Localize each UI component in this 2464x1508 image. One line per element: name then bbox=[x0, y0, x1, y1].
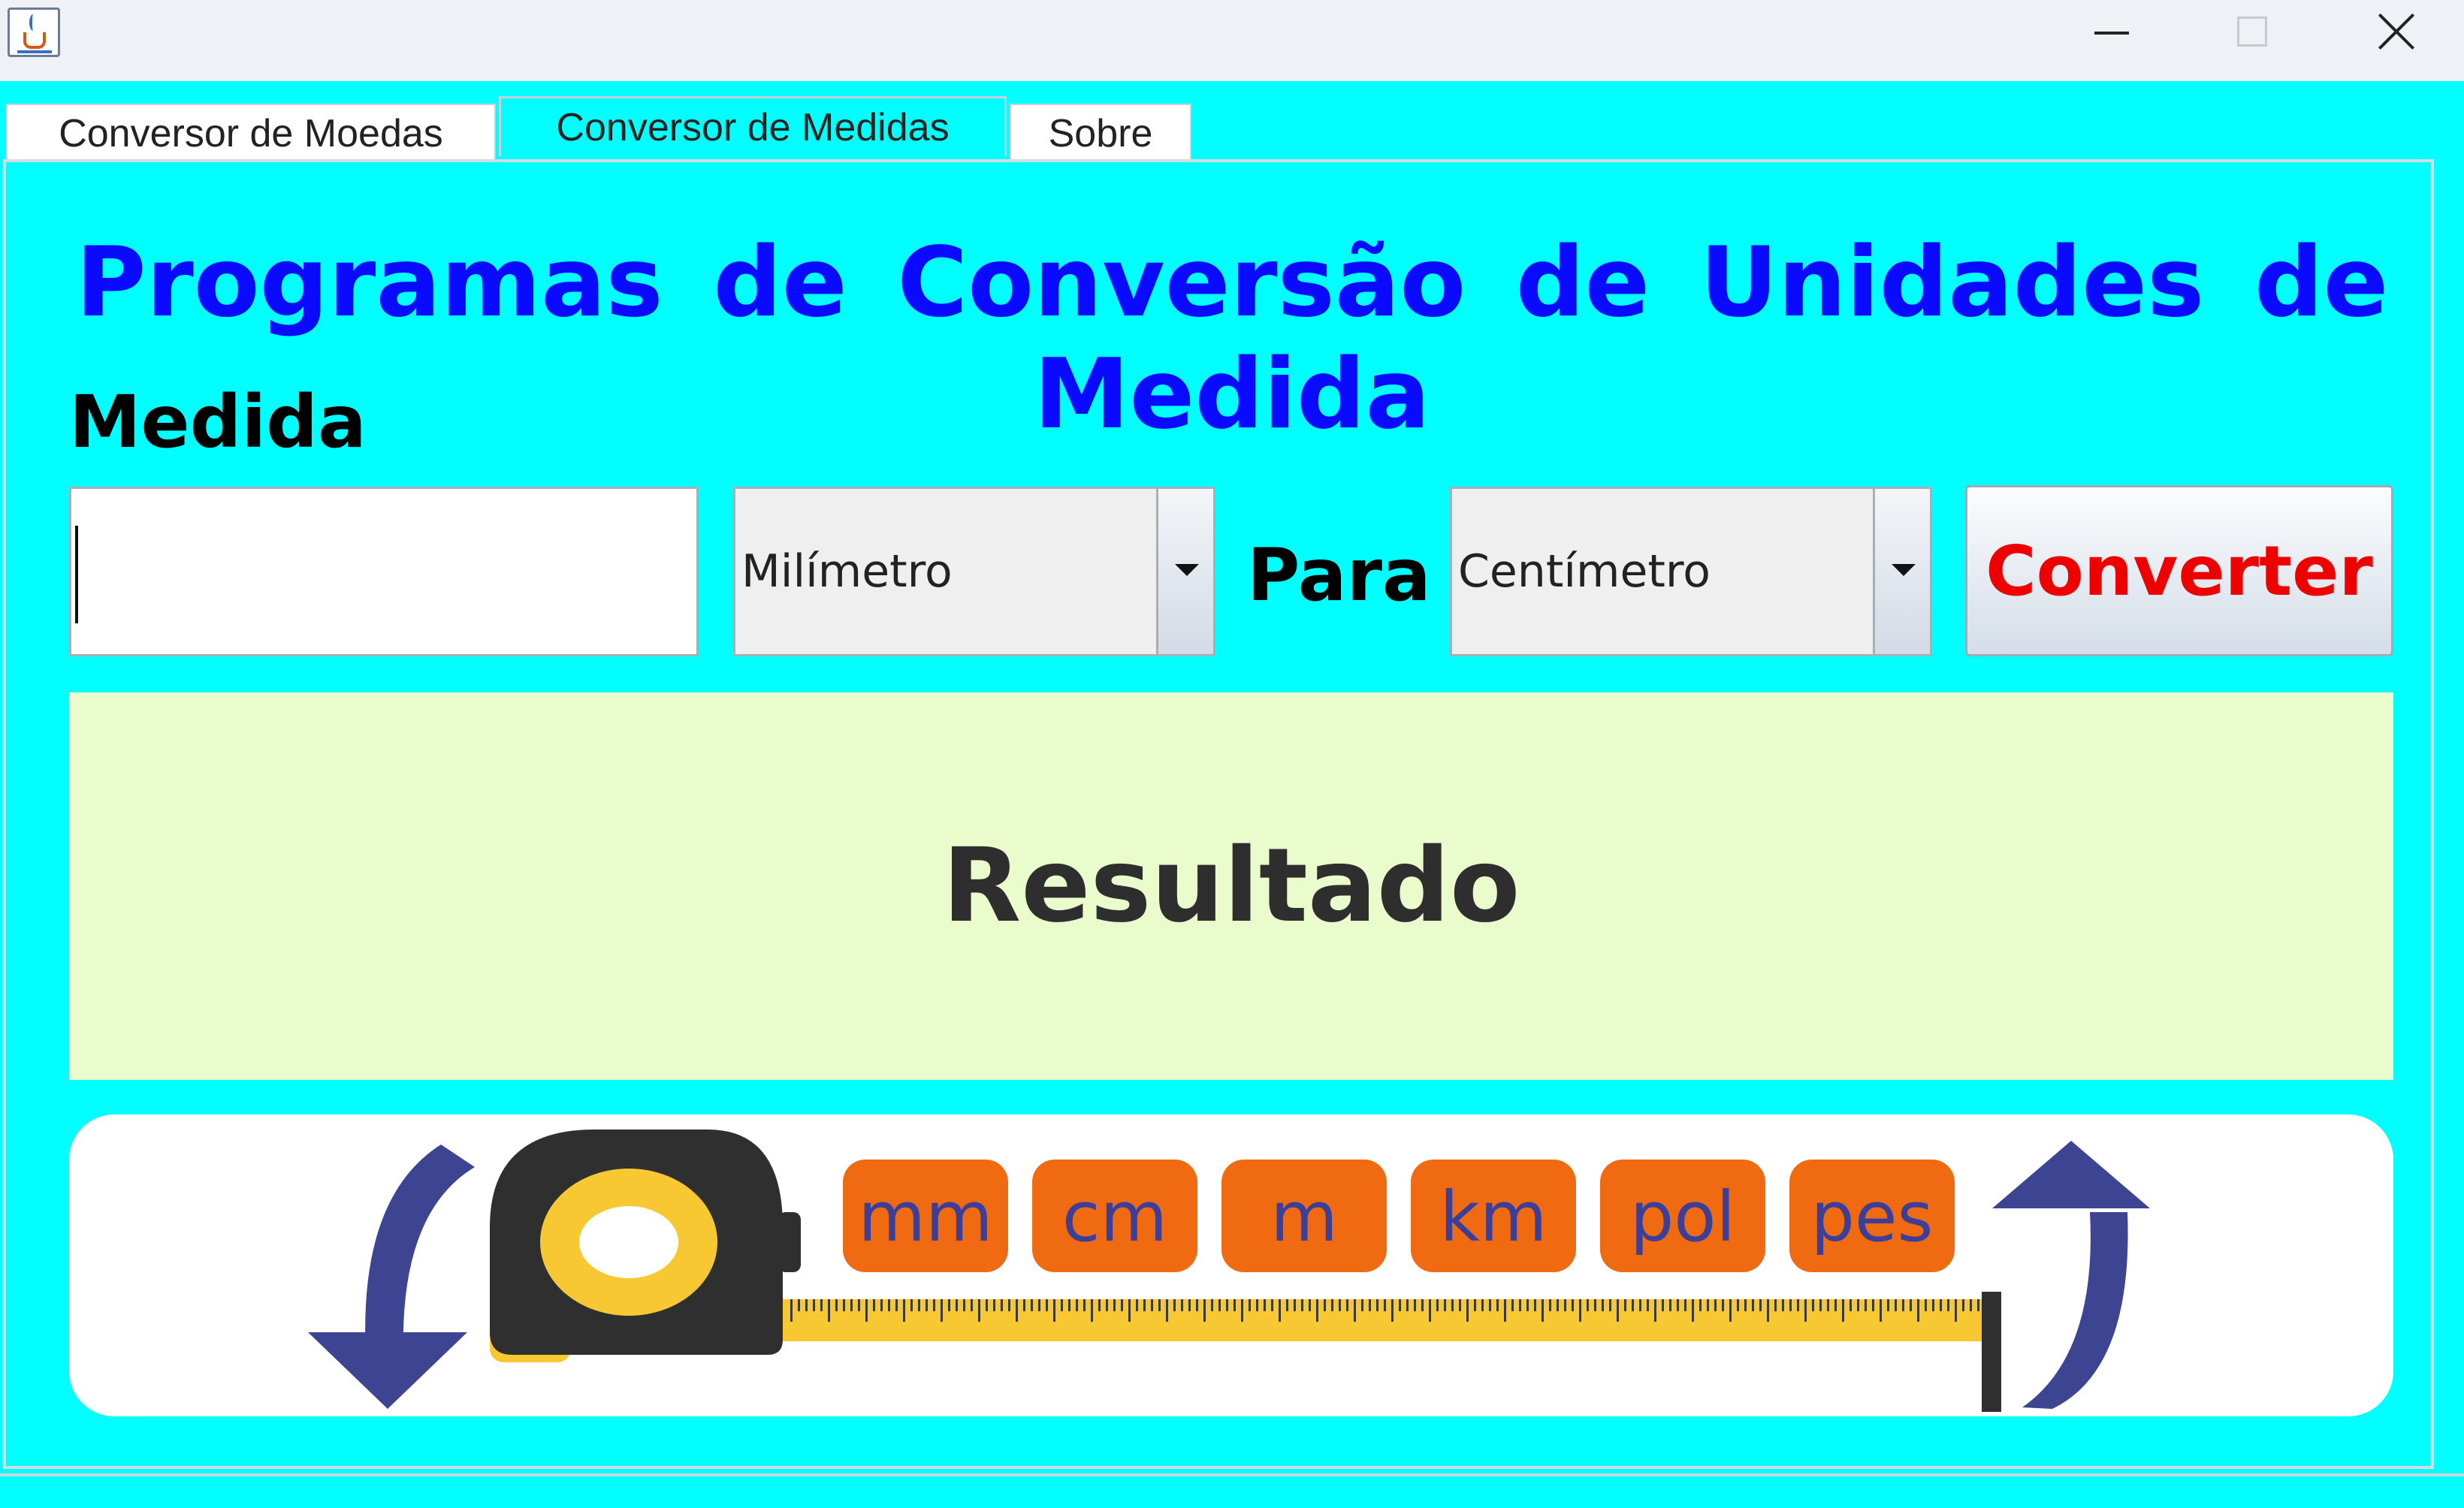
banner-illustration: mm cm m km pol pes bbox=[308, 1129, 2150, 1412]
close-icon bbox=[2375, 11, 2417, 53]
unit-chip-pes: pes bbox=[1789, 1160, 1955, 1272]
arrow-down-icon bbox=[308, 1145, 475, 1409]
svg-text:pol: pol bbox=[1630, 1177, 1735, 1257]
para-label: Para bbox=[1247, 533, 1431, 617]
window-title-bar bbox=[0, 0, 2464, 81]
unit-chip-pol: pol bbox=[1600, 1160, 1765, 1272]
unit-chip-m: m bbox=[1221, 1160, 1387, 1272]
maximize-button[interactable] bbox=[2192, 0, 2312, 68]
tab-conversor-moedas[interactable]: Conversor de Moedas bbox=[6, 104, 496, 162]
units-banner: mm cm m km pol pes bbox=[69, 1114, 2393, 1416]
from-unit-value: Milímetro bbox=[741, 545, 953, 598]
unit-chip-km: km bbox=[1411, 1160, 1576, 1272]
unit-chip-mm: mm bbox=[843, 1160, 1008, 1272]
svg-text:mm: mm bbox=[858, 1177, 992, 1257]
convert-button[interactable]: Converter bbox=[1965, 485, 2393, 656]
chevron-down-icon[interactable] bbox=[1873, 489, 1930, 654]
tab-conversor-medidas[interactable]: Conversor de Medidas bbox=[499, 96, 1007, 156]
from-unit-select[interactable]: Milímetro bbox=[733, 487, 1215, 656]
minimize-icon bbox=[2094, 32, 2129, 35]
text-caret bbox=[75, 526, 78, 623]
svg-text:m: m bbox=[1270, 1177, 1338, 1257]
to-unit-select[interactable]: Centímetro bbox=[1450, 487, 1932, 656]
page-title: Programas de Conversão de Unidades de Me… bbox=[75, 227, 2389, 451]
medida-input[interactable] bbox=[69, 487, 699, 656]
svg-text:pes: pes bbox=[1811, 1177, 1934, 1257]
unit-chip-cm: cm bbox=[1032, 1160, 1197, 1272]
chevron-down-icon[interactable] bbox=[1156, 489, 1213, 654]
svg-text:cm: cm bbox=[1062, 1177, 1167, 1257]
maximize-icon bbox=[2237, 17, 2267, 47]
minimize-button[interactable] bbox=[2051, 0, 2171, 68]
tab-sobre[interactable]: Sobre bbox=[1010, 104, 1191, 162]
medida-label: Medida bbox=[69, 380, 367, 464]
window-bottom-border bbox=[0, 1473, 2464, 1508]
to-unit-value: Centímetro bbox=[1458, 545, 1711, 598]
svg-text:km: km bbox=[1440, 1177, 1548, 1257]
close-button[interactable] bbox=[2333, 0, 2453, 68]
java-cup-icon bbox=[8, 8, 60, 57]
arrow-up-icon bbox=[1992, 1141, 2150, 1409]
result-display: Resultado bbox=[69, 692, 2393, 1080]
